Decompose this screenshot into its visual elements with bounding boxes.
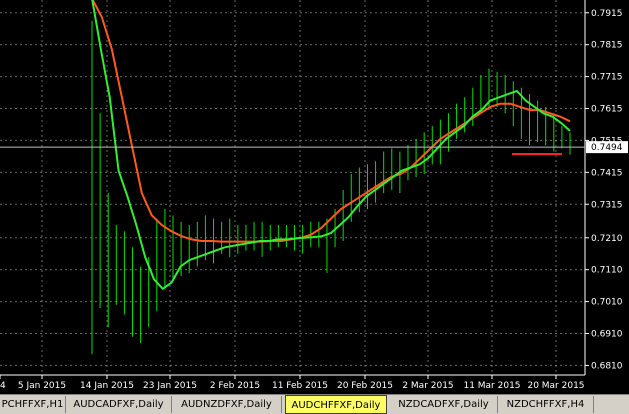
chart-canvas[interactable]: 0.79150.78150.77150.76150.75150.74150.73… bbox=[0, 0, 629, 394]
y-tick-label: 0.7315 bbox=[591, 200, 623, 210]
y-tick-label: 0.7415 bbox=[591, 168, 623, 178]
x-tick-label: 23 Jan 2015 bbox=[143, 381, 197, 391]
tab-nzdcadfxf-daily[interactable]: NZDCADFXF,Daily bbox=[390, 396, 498, 413]
y-tick-label: 0.7110 bbox=[591, 266, 623, 276]
y-tick-label: 0.7010 bbox=[591, 298, 623, 308]
price-chart[interactable]: 0.79150.78150.77150.76150.75150.74150.73… bbox=[0, 0, 629, 394]
tab-audnzdfxf-daily[interactable]: AUDNZDFXF,Daily bbox=[172, 396, 282, 413]
tab-audchffxf-daily[interactable]: AUDCHFFXF,Daily bbox=[285, 395, 387, 414]
x-tick-label: 11 Feb 2015 bbox=[272, 381, 328, 391]
x-tick-label: 14 Jan 2015 bbox=[80, 381, 134, 391]
y-tick-label: 0.7715 bbox=[591, 73, 623, 83]
fast-moving-average bbox=[91, 0, 571, 291]
y-tick-label: 0.7615 bbox=[591, 105, 623, 115]
y-tick-label: 0.7815 bbox=[591, 41, 623, 51]
y-tick-label: 0.7210 bbox=[591, 234, 623, 244]
chart-tab-bar: PCHFFXF,H1 AUDCADFXF,Daily AUDNZDFXF,Dai… bbox=[0, 394, 629, 414]
tab-pchffxf-h1[interactable]: PCHFFXF,H1 bbox=[0, 396, 66, 413]
y-tick-label: 0.7915 bbox=[591, 9, 623, 19]
x-tick-label: 11 Mar 2015 bbox=[463, 381, 520, 391]
x-tick-label: 5 Jan 2015 bbox=[18, 381, 66, 391]
tab-audcadfxf-daily[interactable]: AUDCADFXF,Daily bbox=[66, 396, 172, 413]
x-tick-label: 4 bbox=[0, 381, 6, 391]
x-tick-label: 20 Mar 2015 bbox=[527, 381, 584, 391]
x-tick-label: 20 Feb 2015 bbox=[337, 381, 393, 391]
x-tick-label: 2 Mar 2015 bbox=[402, 381, 453, 391]
current-price-label: 0.7494 bbox=[591, 143, 623, 153]
y-tick-label: 0.6910 bbox=[591, 330, 623, 340]
x-tick-label: 2 Feb 2015 bbox=[210, 381, 260, 391]
y-tick-label: 0.6810 bbox=[591, 361, 623, 371]
slow-moving-average bbox=[91, 0, 571, 243]
tab-nzdchffxf-h4[interactable]: NZDCHFFXF,H4 bbox=[498, 396, 594, 413]
